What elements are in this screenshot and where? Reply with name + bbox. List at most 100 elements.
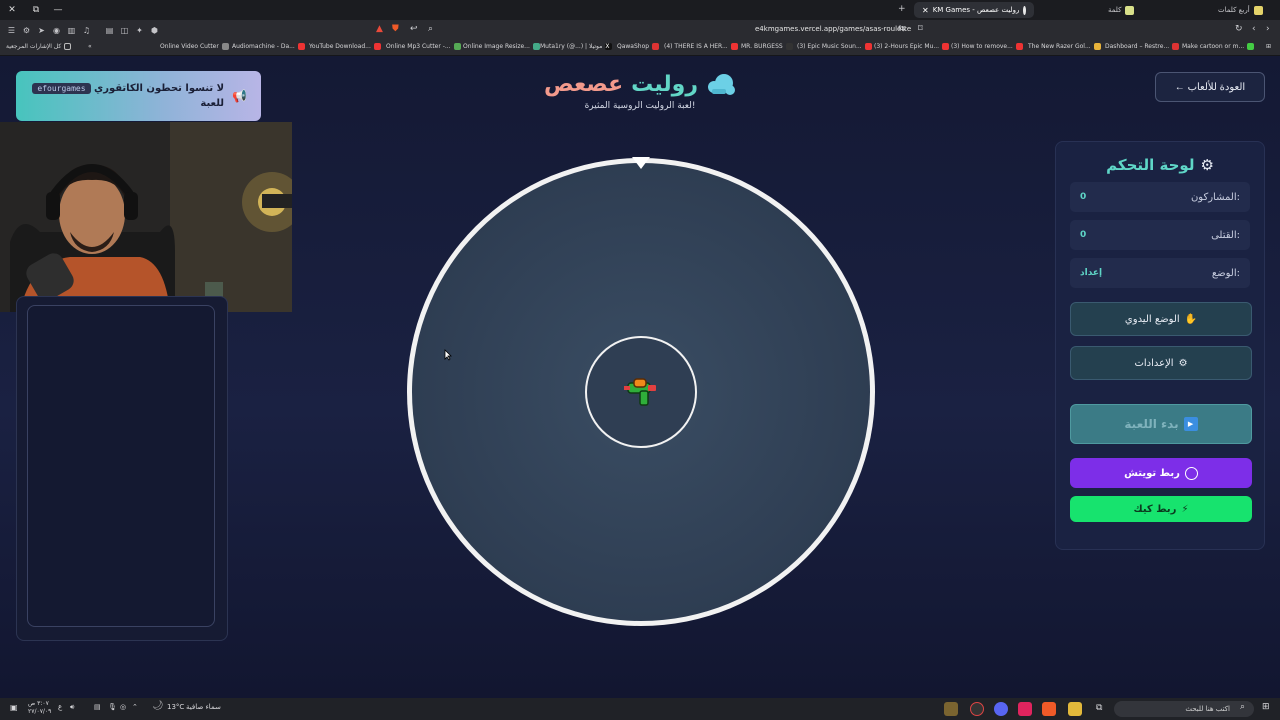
title-block: عصعص روليت لعبة الروليت الروسية المثيرة! <box>520 72 760 111</box>
bookmark-item[interactable]: QawaShop <box>617 43 660 50</box>
minimize-window-icon[interactable]: — <box>46 5 70 15</box>
kills-label: القتلى: <box>1211 229 1240 241</box>
bookmark-item[interactable]: Audiomachine - Da... <box>232 43 305 50</box>
forward-nav-icon[interactable]: › <box>1266 24 1270 34</box>
back-nav-icon[interactable]: ‹ <box>1252 24 1256 34</box>
bookmark-item[interactable]: The New Razer Gol... <box>1028 43 1101 50</box>
bookmark-item[interactable]: Make cartoon or m... <box>1182 43 1255 50</box>
file-explorer-icon[interactable] <box>1068 702 1082 716</box>
kills-count: 0 <box>1080 230 1087 240</box>
bookmark-all[interactable]: كل الإشارات المرجعية <box>6 43 72 50</box>
address-bar: ☰ ⚙ ➤ ◉ ▥ ♫ ▤ ◫ ✦ ⬢ ▲ ⛊ ↩ ⌕ e4kmgames.ve… <box>0 20 1280 40</box>
show-hidden-icons-icon[interactable]: ⌃ <box>132 703 138 711</box>
extensions-icon[interactable]: ✦ <box>132 26 147 35</box>
obs-icon[interactable] <box>970 702 984 716</box>
screenshot-icon[interactable]: ◫ <box>117 26 132 35</box>
participants-list[interactable] <box>27 305 215 627</box>
hand-icon: ✋ <box>1184 313 1198 325</box>
close-tab-icon[interactable]: ✕ <box>922 6 929 15</box>
taskbar-search-box[interactable]: اكتب هنا للبحث <box>1114 701 1254 717</box>
url-field[interactable]: e4kmgames.vercel.app/games/asas-roulette <box>755 25 911 33</box>
bookmark-item[interactable]: Online Image Resize... <box>463 43 540 50</box>
bookmark-item[interactable]: Online Mp3 Cutter -... <box>386 43 461 50</box>
title-part-pink: عصعص <box>543 72 624 97</box>
control-panel-title: لوحة التحكم ⚙ <box>1106 156 1214 174</box>
webcam-overlay <box>0 122 292 312</box>
messenger-icon[interactable]: ◉ <box>49 26 64 35</box>
translate-icon[interactable]: ⇆ <box>898 24 906 34</box>
language-indicator[interactable]: ع <box>58 703 62 711</box>
notification-icon[interactable]: ▣ <box>10 703 18 712</box>
bookmark-item[interactable]: Muta1ry (@...) | موتيلا X <box>540 43 613 50</box>
weather-text[interactable]: سماء صافية <box>186 703 221 711</box>
participants-stat: 0 المشاركون: <box>1070 182 1250 212</box>
bubble-gun-logo-icon <box>708 73 735 95</box>
bookmarks-overflow-icon[interactable]: « <box>88 43 92 50</box>
settings-button[interactable]: الإعدادات ⚙ <box>1070 346 1252 380</box>
send-icon[interactable]: ➤ <box>34 26 49 35</box>
title-part-teal: روليت <box>631 72 698 97</box>
bookmark-item[interactable]: (3) 2-Hours Epic Mu... <box>874 43 950 50</box>
microphone-icon[interactable]: 🎙︎ <box>108 703 117 711</box>
sidebar-icon[interactable]: ▥ <box>64 26 79 35</box>
discord-icon[interactable] <box>994 702 1008 716</box>
bookmark-item[interactable]: YouTube Download... <box>309 43 381 50</box>
weather-temp[interactable]: 13°C <box>167 703 184 711</box>
game-page: ← العودة للألعاب عصعص روليت لعبة الروليت… <box>0 56 1280 698</box>
tab-arba-kalimat[interactable]: أربع كلمات <box>1210 2 1271 18</box>
menu-icon[interactable]: ☰ <box>4 26 19 35</box>
back-to-games-button[interactable]: ← العودة للألعاب <box>1155 72 1265 102</box>
manual-mode-button[interactable]: الوضع اليدوي ✋ <box>1070 302 1252 336</box>
bookmark-item[interactable]: Dashboard – Restre... <box>1105 43 1180 50</box>
tab-kalima[interactable]: كلمة <box>1100 2 1142 18</box>
alert-icon[interactable]: ▲ <box>376 24 383 34</box>
category-reminder-banner: efourgames لا تنسوا تحطون الكاتقوري للعب… <box>16 71 261 121</box>
restore-window-icon[interactable]: ⧉ <box>24 5 48 15</box>
start-game-button[interactable]: بدء اللعبة ▶ <box>1070 404 1252 444</box>
streamer-webcam-image <box>0 122 292 312</box>
browser-tab-bar: ✕ ⧉ — + ✕ KM Games - روليت عصعص كلمة أرب… <box>0 0 1280 20</box>
vpn-icon[interactable]: ⬢ <box>147 26 162 35</box>
clock[interactable]: ٣:٠٧ ص ٢٧/٠٧/٠٩ <box>28 700 51 716</box>
bookmark-item[interactable]: (3) How to remove... <box>951 43 1023 50</box>
task-view-icon[interactable]: ⧉ <box>1096 703 1102 713</box>
brave-browser-icon[interactable] <box>1042 702 1056 716</box>
new-tab-icon[interactable]: + <box>898 4 906 14</box>
search-icon[interactable]: ⌕ <box>428 24 433 34</box>
category-code: efourgames <box>32 83 91 94</box>
roulette-wheel[interactable] <box>402 153 880 631</box>
tab-roulette[interactable]: ✕ KM Games - روليت عصعص <box>914 2 1034 18</box>
mode-label: الوضع: <box>1211 267 1240 279</box>
gear-icon: ⚙ <box>1200 156 1214 174</box>
page-subtitle: لعبة الروليت الروسية المثيرة! <box>584 101 696 111</box>
share-icon[interactable]: ↩ <box>410 24 418 34</box>
search-icon[interactable]: ⌕ <box>1240 702 1245 712</box>
app-icon[interactable] <box>1018 702 1032 716</box>
participants-panel <box>16 296 228 641</box>
settings-icon[interactable]: ⚙ <box>19 26 34 35</box>
network-icon[interactable]: ▤ <box>94 703 101 711</box>
bookmarks-grid-icon[interactable]: ⊞ <box>1266 43 1271 50</box>
circle-icon <box>1184 466 1198 480</box>
participants-count: 0 <box>1080 192 1087 202</box>
link-kick-button[interactable]: ربط كيك ⚡ <box>1070 496 1252 522</box>
app-icon[interactable] <box>944 702 958 716</box>
tray-icon[interactable]: ◎ <box>120 703 126 711</box>
play-icon: ▶ <box>1183 417 1198 431</box>
bookmark-item[interactable]: (4) THERE IS A HER... <box>664 43 738 50</box>
link-tiktok-button[interactable]: ربط تويتش <box>1070 458 1252 488</box>
close-window-icon[interactable]: ✕ <box>0 5 24 15</box>
moon-icon: 🌙︎ <box>152 701 164 711</box>
volume-icon[interactable]: 🔊︎ <box>70 703 74 712</box>
bookmark-icon[interactable]: ⌑ <box>918 24 923 34</box>
tabs-icon[interactable]: ▤ <box>102 26 117 35</box>
music-icon[interactable]: ♫ <box>79 26 94 35</box>
windows-taskbar: ▣ ٣:٠٧ ص ٢٧/٠٧/٠٩ ع 🔊︎ ▤ 🎙︎ ◎ ⌃ 🌙︎ 13°C … <box>0 698 1280 720</box>
gear-icon: ⚙ <box>1178 357 1188 369</box>
bookmark-item[interactable]: (3) Epic Music Soun... <box>797 43 872 50</box>
reload-icon[interactable]: ↻ <box>1235 24 1243 34</box>
bookmark-item[interactable]: Online Video Cutter <box>160 43 229 50</box>
windows-start-icon[interactable]: ⊞ <box>1262 702 1270 712</box>
brave-shield-icon[interactable]: ⛊ <box>392 24 399 34</box>
bookmark-item[interactable]: MR. BURGESS <box>741 43 793 50</box>
